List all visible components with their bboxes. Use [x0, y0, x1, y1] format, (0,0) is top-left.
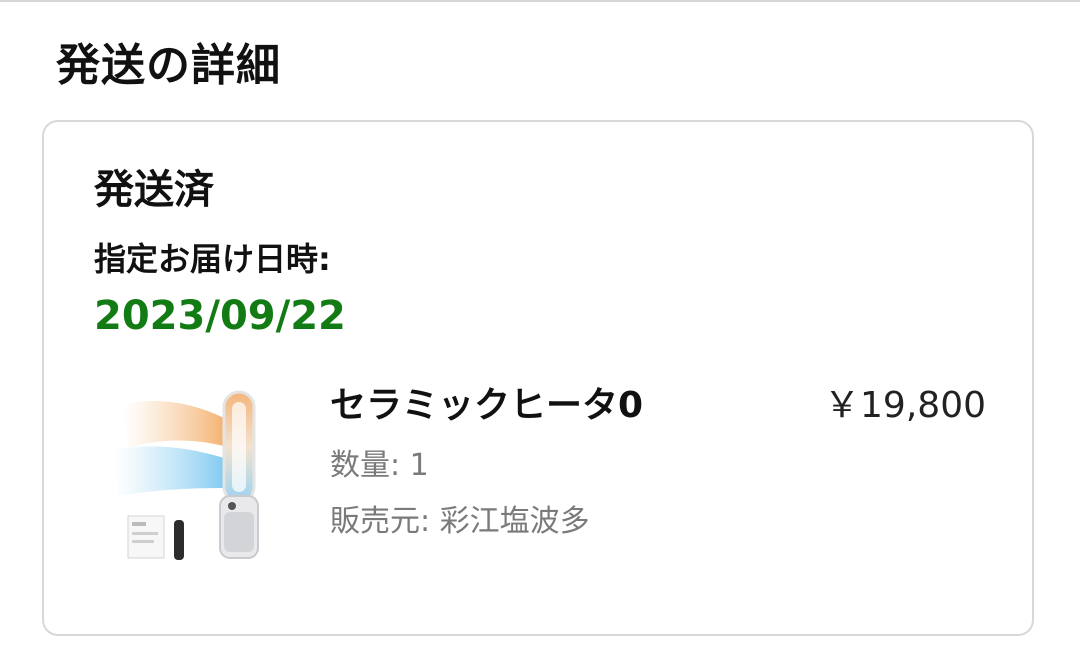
product-seller: 販売元: 彩江塩波多 [330, 504, 590, 539]
page-title: 発送の詳細 [56, 40, 281, 91]
product-image[interactable] [104, 384, 304, 574]
product-quantity: 数量: 1 [330, 448, 429, 483]
delivery-date-label: 指定お届け日時: [94, 240, 331, 278]
product-price: ￥19,800 [824, 385, 986, 426]
delivery-date-value: 2023/09/22 [94, 293, 346, 339]
shipment-card: 発送済 指定お届け日時: 2023/09/22 セラミックヒータ0 ￥19,80… [42, 120, 1034, 636]
tower-heater-icon [114, 390, 259, 560]
top-divider [0, 0, 1080, 2]
product-name[interactable]: セラミックヒータ0 [330, 380, 643, 432]
shipment-status: 発送済 [94, 167, 214, 213]
